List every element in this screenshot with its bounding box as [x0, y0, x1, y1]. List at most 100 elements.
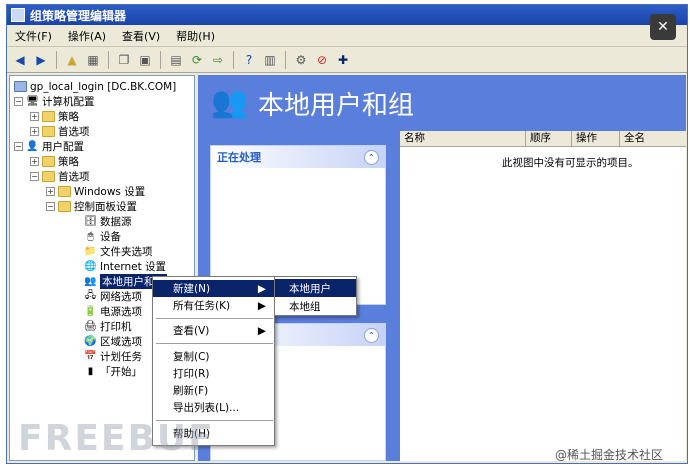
context-menu-new[interactable]: 新建(N) ▶	[153, 280, 274, 297]
collapse-icon[interactable]: −	[46, 202, 55, 211]
menu-separator	[156, 318, 273, 319]
items-list[interactable]: 名称 顺序 操作 全名 此视图中没有可显示的项目。	[400, 131, 686, 461]
forward-icon[interactable]: ▶	[32, 51, 50, 69]
context-menu-print[interactable]: 打印(R)	[153, 365, 274, 382]
tree-item-user-config[interactable]: − 👤 用户配置	[14, 139, 84, 154]
expand-icon[interactable]: +	[30, 157, 39, 166]
collapse-icon[interactable]: −	[30, 172, 39, 181]
toolbar-separator	[160, 50, 161, 69]
tree-item-label: 计算机配置	[42, 96, 95, 108]
collapse-chevron-icon[interactable]: ⌃	[364, 149, 379, 165]
properties-icon[interactable]: ▥	[261, 51, 279, 69]
menu-item-label: 打印(R)	[173, 368, 210, 380]
network-icon: 🖧	[84, 290, 97, 301]
folder-icon	[42, 156, 55, 167]
collapse-icon[interactable]: −	[14, 97, 23, 106]
toolbar-separator	[285, 50, 286, 69]
empty-message: 此视图中没有可显示的项目。	[502, 157, 639, 169]
column-header-fullname[interactable]: 全名	[620, 131, 686, 146]
printer-icon: 🖨	[84, 321, 97, 332]
collapse-chevron-icon[interactable]: ⌃	[364, 327, 379, 343]
expand-icon[interactable]: +	[30, 127, 39, 136]
tree-item-devices[interactable]: 🖱 设备	[84, 229, 122, 244]
tree-item-network-options[interactable]: 🖧 网络选项	[84, 289, 142, 304]
tree-item-preferences[interactable]: + 首选项	[30, 124, 90, 139]
context-menu-view[interactable]: 查看(V) ▶	[153, 322, 274, 339]
task-panel-header[interactable]: 正在处理 ⌃	[211, 146, 385, 168]
column-header-order[interactable]: 顺序	[526, 131, 572, 146]
context-menu-all-tasks[interactable]: 所有任务(K) ▶	[153, 297, 274, 314]
tree-item-start-menu[interactable]: ▮ 「开始」	[84, 364, 142, 379]
tree-item-control-panel[interactable]: − 控制面板设置	[46, 199, 137, 214]
help-icon[interactable]: ?	[240, 51, 258, 69]
tree-item-root[interactable]: gp_local_login [DC.BK.COM]	[14, 79, 176, 94]
context-menu-export-list[interactable]: 导出列表(L)...	[153, 399, 274, 416]
list-header: 名称 顺序 操作 全名	[400, 131, 686, 147]
menu-item-label: 刷新(F)	[173, 385, 209, 397]
folder-icon	[42, 126, 55, 137]
collapse-icon[interactable]: −	[14, 142, 23, 151]
tree-item-data-sources[interactable]: 🗄 数据源	[84, 214, 132, 229]
tree-item-policies[interactable]: + 策略	[30, 109, 79, 124]
submenu-local-group[interactable]: 本地组	[275, 297, 356, 315]
tree-item-label: 首选项	[58, 126, 90, 138]
submenu-arrow-icon: ▶	[257, 282, 266, 295]
tree-item-label: 首选项	[58, 171, 90, 183]
context-menu-copy[interactable]: 复制(C)	[153, 348, 274, 365]
folder-icon	[42, 111, 55, 122]
tree-item-internet-settings[interactable]: 🌐 Internet 设置	[84, 259, 166, 274]
tree-item-power-options[interactable]: 🔋 电源选项	[84, 304, 142, 319]
settings-icon[interactable]: ⚙	[292, 51, 310, 69]
menu-item-label: 所有任务(K)	[173, 300, 231, 312]
show-tree-icon[interactable]: ▦	[84, 51, 102, 69]
tree-item-label: 打印机	[100, 321, 132, 333]
database-icon: 🗄	[84, 216, 97, 227]
control-panel-folder-icon	[58, 201, 71, 212]
submenu-local-user[interactable]: 本地用户	[275, 279, 356, 297]
new-submenu: 本地用户 本地组	[274, 276, 357, 316]
user-icon: 👤	[26, 141, 39, 152]
title-bar: 组策略管理编辑器	[7, 5, 687, 25]
delete-icon[interactable]: ⊘	[313, 51, 331, 69]
context-menu-refresh[interactable]: 刷新(F)	[153, 382, 274, 399]
print-icon[interactable]: ▤	[167, 51, 185, 69]
close-icon[interactable]: ✕	[650, 14, 676, 40]
column-header-name[interactable]: 名称	[400, 131, 526, 146]
menu-action[interactable]: 操作(A)	[60, 28, 114, 44]
internet-icon: 🌐	[84, 261, 97, 272]
menu-help[interactable]: 帮助(H)	[168, 28, 223, 44]
menu-view[interactable]: 查看(V)	[114, 28, 168, 44]
folder-icon	[58, 186, 71, 197]
add-icon[interactable]: ✚	[334, 51, 352, 69]
window-title: 组策略管理编辑器	[30, 8, 127, 23]
menu-item-label: 复制(C)	[173, 351, 210, 363]
paste-icon[interactable]: ▣	[136, 51, 154, 69]
tree-item-label: 区域选项	[100, 336, 142, 348]
expand-icon[interactable]: +	[30, 112, 39, 121]
refresh-icon[interactable]: ⟳	[188, 51, 206, 69]
tree-item-user-policies[interactable]: + 策略	[30, 154, 79, 169]
tree-item-windows-settings[interactable]: + Windows 设置	[46, 184, 145, 199]
gpo-icon	[14, 81, 27, 92]
expand-icon[interactable]: +	[46, 187, 55, 196]
tree-item-computer-config[interactable]: − 🖥 计算机配置	[14, 94, 95, 109]
column-header-action[interactable]: 操作	[572, 131, 620, 146]
tree-item-printers[interactable]: 🖨 打印机	[84, 319, 132, 334]
users-icon: 👥	[84, 276, 97, 287]
start-menu-icon: ▮	[87, 366, 94, 377]
watermark-logo: FREEBUF	[18, 418, 215, 459]
tree-item-folder-options[interactable]: 📁 文件夹选项	[84, 244, 152, 259]
export-icon[interactable]: ⇨	[209, 51, 227, 69]
tree-item-user-preferences[interactable]: − 首选项	[30, 169, 90, 184]
tree-item-label: 数据源	[100, 216, 132, 228]
device-icon: 🖱	[87, 231, 94, 242]
menu-file[interactable]: 文件(F)	[7, 28, 60, 44]
copy-icon[interactable]: ❐	[115, 51, 133, 69]
back-icon[interactable]: ◀	[11, 51, 29, 69]
up-folder-icon[interactable]: ▲	[63, 51, 81, 69]
menu-item-label: 查看(V)	[173, 325, 210, 337]
tree-item-label: 设备	[100, 231, 121, 243]
tree-item-regional-options[interactable]: 🌍 区域选项	[84, 334, 142, 349]
users-groups-icon: 👥	[211, 84, 249, 120]
tree-item-scheduled-tasks[interactable]: 📅 计划任务	[84, 349, 142, 364]
